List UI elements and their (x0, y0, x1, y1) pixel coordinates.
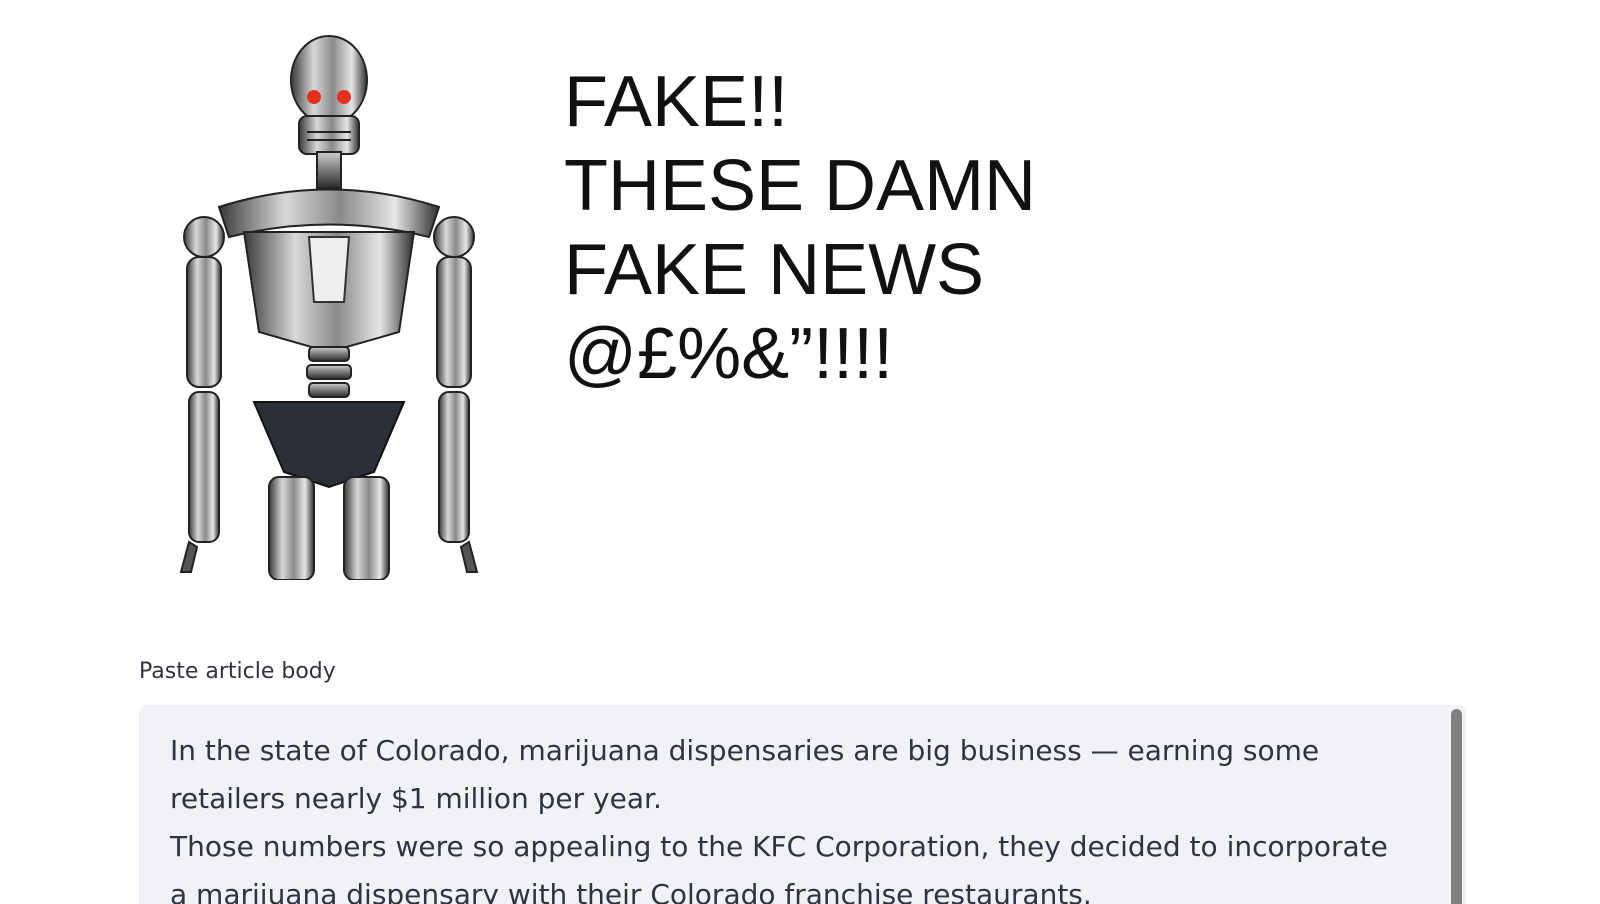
article-paragraph: Those numbers were so appealing to the K… (170, 830, 1388, 904)
article-body-label: Paste article body (139, 659, 336, 684)
article-body-textarea[interactable]: In the state of Colorado, marijuana disp… (139, 705, 1466, 904)
app-page: FAKE!! THESE DAMN FAKE NEWS @£%&”!!!! Pa… (0, 0, 1600, 904)
meme-caption: FAKE!! THESE DAMN FAKE NEWS @£%&”!!!! (564, 60, 1036, 396)
header-image: FAKE!! THESE DAMN FAKE NEWS @£%&”!!!! (139, 32, 1039, 580)
article-paragraph: In the state of Colorado, marijuana disp… (170, 734, 1320, 815)
caption-line: THESE DAMN (564, 146, 1037, 226)
textarea-scrollbar[interactable] (1451, 709, 1462, 904)
caption-line: @£%&”!!!! (564, 314, 894, 394)
caption-line: FAKE NEWS (564, 230, 985, 310)
caption-line: FAKE!! (564, 62, 789, 142)
robot-illustration (179, 35, 479, 580)
